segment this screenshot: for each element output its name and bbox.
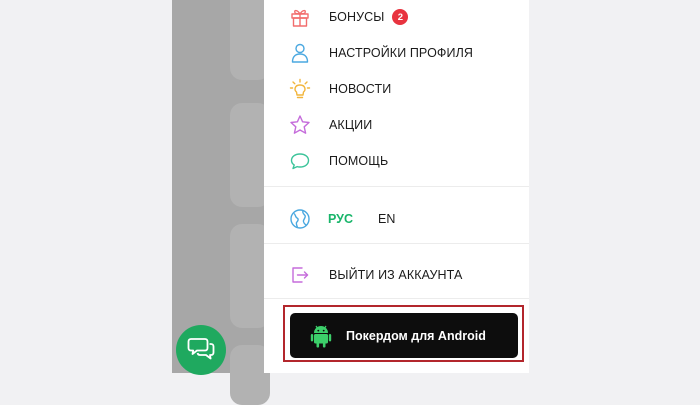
star-icon: [288, 113, 312, 137]
menu-item-label: НОВОСТИ: [329, 82, 392, 96]
download-android-button[interactable]: Покердом для Android: [290, 313, 518, 358]
menu-item-news[interactable]: НОВОСТИ: [288, 77, 391, 101]
divider: [264, 186, 529, 187]
menu-item-bonuses[interactable]: БОНУСЫ 2: [288, 5, 409, 29]
background-left: [0, 0, 172, 373]
background-right: [529, 0, 700, 373]
divider: [264, 298, 529, 299]
language-option-ru[interactable]: РУС: [328, 212, 353, 226]
lightbulb-icon: [288, 77, 312, 101]
menu-item-profile-settings[interactable]: НАСТРОЙКИ ПРОФИЛЯ: [288, 41, 473, 65]
menu-item-label: АКЦИИ: [329, 118, 373, 132]
download-button-label: Покердом для Android: [346, 328, 486, 343]
menu-item-label: ВЫЙТИ ИЗ АККАУНТА: [329, 268, 463, 282]
menu-item-label: БОНУСЫ: [329, 10, 385, 24]
notification-badge: 2: [392, 9, 409, 25]
language-switcher: РУС EN: [288, 207, 395, 231]
chat-button[interactable]: [176, 325, 226, 375]
menu-item-promotions[interactable]: АКЦИИ: [288, 113, 372, 137]
divider: [264, 243, 529, 244]
chat-bubble-icon: [288, 149, 312, 173]
menu-item-help[interactable]: ПОМОЩЬ: [288, 149, 388, 173]
android-icon: [310, 323, 332, 349]
menu-item-logout[interactable]: ВЫЙТИ ИЗ АККАУНТА: [288, 263, 462, 287]
menu-item-label: ПОМОЩЬ: [329, 154, 389, 168]
user-icon: [288, 41, 312, 65]
globe-icon: [288, 207, 312, 231]
chat-icon: [187, 335, 215, 366]
logout-icon: [288, 263, 312, 287]
menu-item-label: НАСТРОЙКИ ПРОФИЛЯ: [329, 46, 474, 60]
language-option-en[interactable]: EN: [378, 212, 395, 226]
gift-icon: [288, 5, 312, 29]
